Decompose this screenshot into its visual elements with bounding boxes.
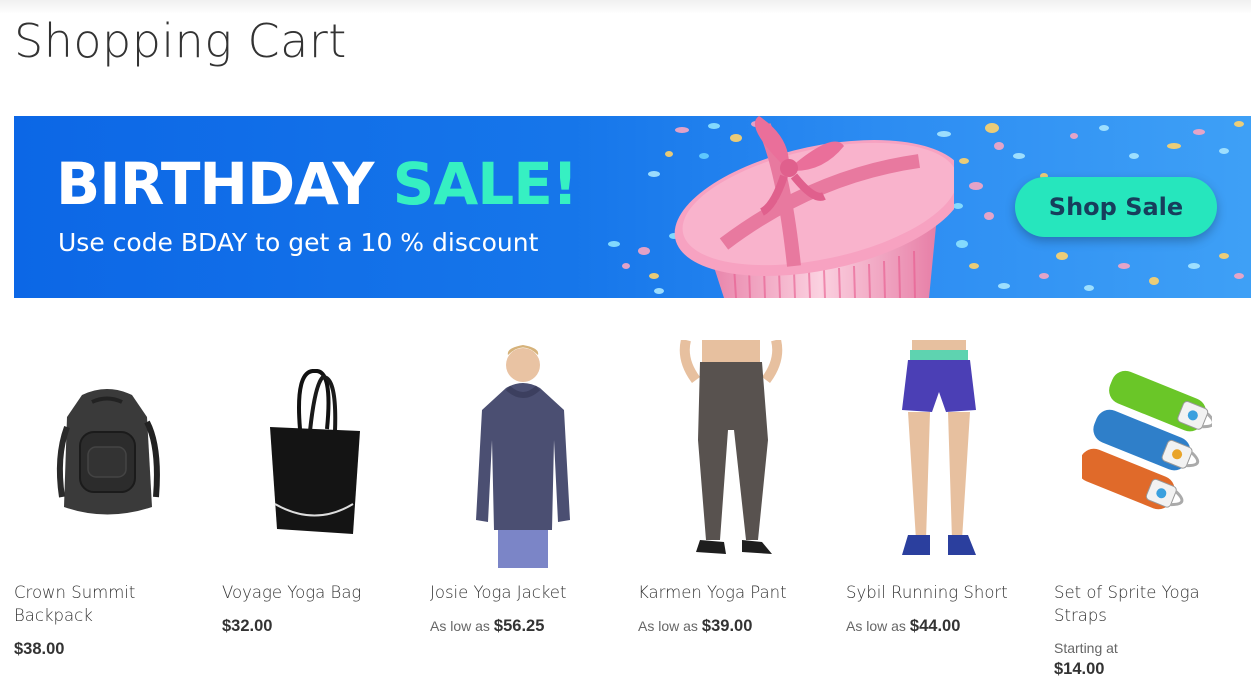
pants-image[interactable] (638, 340, 823, 568)
price-amount: $38.00 (14, 640, 65, 658)
product-item[interactable]: Sybil Running Short As low as $44.00 (846, 340, 1031, 636)
price-prefix: As low as (638, 618, 698, 634)
product-name[interactable]: Josie Yoga Jacket (430, 581, 615, 604)
price-amount: $56.25 (493, 617, 545, 635)
gift-box-illustration (674, 116, 954, 298)
banner-headline: BIRTHDAY SALE! (56, 150, 579, 218)
product-name[interactable]: Sybil Running Short (846, 581, 1031, 604)
price-amount: $14.00 (1054, 660, 1105, 678)
price-amount: $39.00 (701, 617, 753, 635)
product-grid: Crown Summit Backpack $38.00 Voyage Yoga… (14, 340, 1251, 687)
product-item[interactable]: Set of Sprite Yoga Straps Starting at $1… (1054, 340, 1239, 681)
banner-headline-white: BIRTHDAY (56, 150, 374, 218)
header-shadow (0, 0, 1251, 14)
product-item[interactable]: Karmen Yoga Pant As low as $39.00 (638, 340, 823, 636)
price-prefix: As low as (846, 618, 906, 634)
product-name[interactable]: Voyage Yoga Bag (222, 581, 407, 604)
product-item[interactable]: Josie Yoga Jacket As low as $56.25 (430, 340, 615, 636)
product-price: $38.00 (14, 639, 199, 659)
shorts-image[interactable] (846, 340, 1031, 568)
product-name[interactable]: Set of Sprite Yoga Straps (1054, 581, 1239, 627)
product-price: $32.00 (222, 616, 407, 636)
banner-subtext: Use code BDAY to get a 10 % discount (58, 228, 539, 257)
jacket-image[interactable] (430, 340, 615, 568)
price-amount: $32.00 (222, 617, 273, 635)
tote-bag-image[interactable] (222, 340, 407, 568)
shop-sale-button[interactable]: Shop Sale (1015, 177, 1217, 237)
yoga-straps-image[interactable] (1054, 340, 1239, 568)
product-price: As low as $44.00 (846, 616, 1031, 636)
price-amount: $44.00 (909, 617, 961, 635)
product-price: As low as $56.25 (430, 616, 615, 636)
banner-headline-accent: SALE! (392, 150, 579, 218)
product-price: As low as $39.00 (638, 616, 823, 636)
backpack-image[interactable] (14, 340, 199, 568)
product-name[interactable]: Karmen Yoga Pant (638, 581, 823, 604)
product-item[interactable]: Crown Summit Backpack $38.00 (14, 340, 199, 659)
birthday-sale-banner[interactable]: BIRTHDAY SALE! Use code BDAY to get a 10… (14, 116, 1251, 298)
product-name[interactable]: Crown Summit Backpack (14, 581, 199, 627)
product-item[interactable]: Voyage Yoga Bag $32.00 (222, 340, 407, 636)
price-prefix: As low as (430, 618, 490, 634)
price-prefix: Starting at (1054, 640, 1118, 656)
page-title: Shopping Cart (14, 14, 347, 68)
